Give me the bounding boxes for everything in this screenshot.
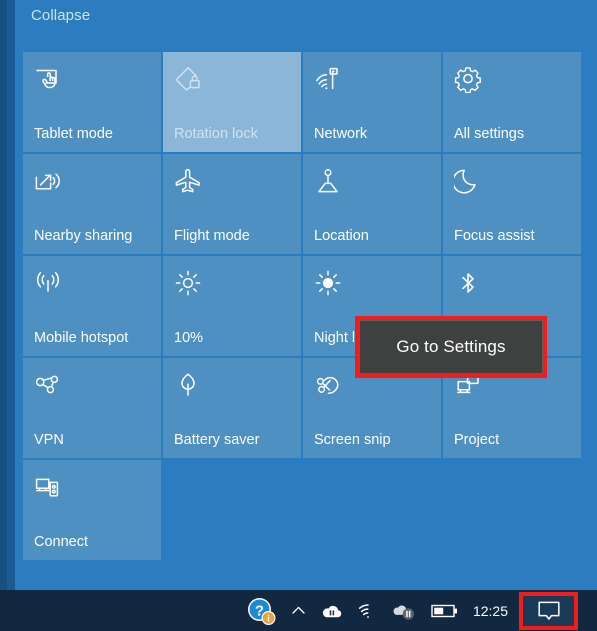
quick-action-tile-vpn[interactable]: VPN xyxy=(23,358,161,458)
quick-action-label: Flight mode xyxy=(174,228,250,244)
help-notification-icon[interactable]: ? i xyxy=(239,590,283,631)
quick-action-label: Screen snip xyxy=(314,432,391,448)
quick-action-tile-rotation-lock[interactable]: Rotation lock xyxy=(163,52,301,152)
wifi-icon[interactable] xyxy=(350,590,386,631)
quick-actions-row: Tablet mode Rotation lock Network All se… xyxy=(23,52,589,152)
quick-actions-row: Nearby sharing Flight mode Location Focu… xyxy=(23,154,589,254)
tooltip-body: Go to Settings xyxy=(359,320,543,374)
system-tray: ? i 12:25 xyxy=(239,590,597,631)
collapse-link[interactable]: Collapse xyxy=(28,5,93,26)
collapse-row: Collapse xyxy=(15,0,597,42)
quick-action-tile-focus-assist[interactable]: Focus assist xyxy=(443,154,581,254)
quick-action-label: Location xyxy=(314,228,369,244)
sun-icon xyxy=(314,269,342,297)
quick-action-label: Network xyxy=(314,126,368,142)
action-center-panel: Collapse Tablet mode Rotation lock Netwo… xyxy=(15,0,597,590)
quick-action-tile-network[interactable]: Network xyxy=(303,52,441,152)
quick-action-tile-flight-mode[interactable]: Flight mode xyxy=(163,154,301,254)
bluetooth-icon xyxy=(454,269,482,297)
quick-action-label: All settings xyxy=(454,126,525,142)
network-icon xyxy=(314,65,342,93)
quick-action-label: Nearby sharing xyxy=(34,228,133,244)
location-icon xyxy=(314,167,342,195)
action-center-button[interactable] xyxy=(519,591,578,630)
quick-action-tile-location[interactable]: Location xyxy=(303,154,441,254)
quick-action-tile-nearby-sharing[interactable]: Nearby sharing xyxy=(23,154,161,254)
quick-action-label: Project xyxy=(454,432,500,448)
connect-icon xyxy=(34,473,62,501)
quick-action-tile-empty xyxy=(303,460,441,560)
onedrive-paused-icon[interactable] xyxy=(314,590,350,631)
airplane-icon xyxy=(174,167,202,195)
scissors-icon xyxy=(314,371,342,399)
quick-action-label: Tablet mode xyxy=(34,126,113,142)
vpn-icon xyxy=(34,371,62,399)
quick-action-label: Connect xyxy=(34,534,89,550)
hotspot-icon xyxy=(34,269,62,297)
quick-action-tile-empty xyxy=(163,460,301,560)
quick-action-tile-10[interactable]: 10% xyxy=(163,256,301,356)
quick-action-tile-tablet-mode[interactable]: Tablet mode xyxy=(23,52,161,152)
clock[interactable]: 12:25 xyxy=(466,590,519,631)
moon-icon xyxy=(454,167,482,195)
rotation-lock-icon xyxy=(174,65,202,93)
quick-action-tile-empty xyxy=(443,460,581,560)
battery-icon[interactable] xyxy=(424,590,466,631)
show-hidden-icons-chevron-icon[interactable] xyxy=(283,590,314,631)
quick-action-label: Mobile hotspot xyxy=(34,330,129,346)
quick-action-label: 10% xyxy=(174,330,204,346)
nearby-sharing-icon xyxy=(34,167,62,195)
taskbar: ? i 12:25 xyxy=(0,590,597,631)
quick-actions-grid: Tablet mode Rotation lock Network All se… xyxy=(23,52,589,562)
quick-action-label: Rotation lock xyxy=(174,126,258,142)
tablet-mode-icon xyxy=(34,65,62,93)
volume-muted-icon[interactable] xyxy=(386,590,424,631)
gear-icon xyxy=(454,65,482,93)
quick-action-tile-battery-saver[interactable]: Battery saver xyxy=(163,358,301,458)
quick-action-label: VPN xyxy=(34,432,64,448)
tooltip-label: Go to Settings xyxy=(396,337,506,356)
go-to-settings-tooltip[interactable]: Go to Settings xyxy=(355,316,547,378)
quick-action-tile-connect[interactable]: Connect xyxy=(23,460,161,560)
quick-action-label: Battery saver xyxy=(174,432,260,448)
brightness-icon xyxy=(174,269,202,297)
quick-action-tile-mobile-hotspot[interactable]: Mobile hotspot xyxy=(23,256,161,356)
leaf-icon xyxy=(174,371,202,399)
screen: Collapse Tablet mode Rotation lock Netwo… xyxy=(0,0,597,631)
quick-action-label: Focus assist xyxy=(454,228,535,244)
quick-actions-row: Connect xyxy=(23,460,589,560)
quick-action-tile-all-settings[interactable]: All settings xyxy=(443,52,581,152)
